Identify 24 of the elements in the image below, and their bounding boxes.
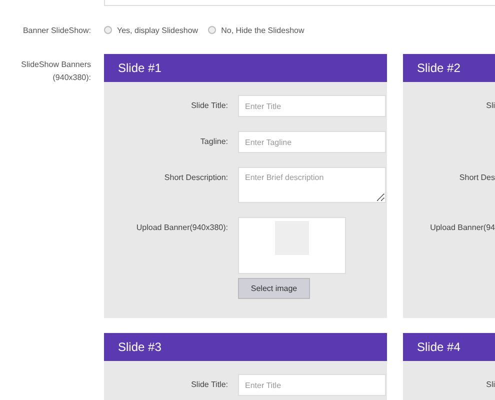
- field-label: Slide Title:: [191, 380, 228, 389]
- field-label: Short Description:: [164, 173, 228, 182]
- field-label: (940x380):: [52, 73, 91, 83]
- text-area[interactable]: Enter Brief description: [238, 167, 386, 203]
- field-label: Tagline:: [200, 137, 228, 146]
- field-label: Upload Banner(94: [430, 223, 495, 232]
- input-field[interactable]: Enter Tagline: [238, 131, 386, 153]
- select-image-button[interactable]: Select image: [238, 278, 310, 299]
- input-field[interactable]: Enter Title: [238, 95, 386, 117]
- input-field[interactable]: [104, 0, 495, 6]
- field-label: Sli: [486, 380, 495, 389]
- radio-option[interactable]: No, Hide the Slideshow: [208, 26, 304, 34]
- card-header: Slide #3: [104, 333, 387, 361]
- field-label: Banner SlideShow:: [22, 26, 91, 34]
- field-label: SlideShow Banners: [20, 60, 91, 70]
- field-label: Short Des: [459, 173, 495, 182]
- field-label: Upload Banner(940x380):: [136, 223, 228, 232]
- field-label: Slide Title:: [191, 101, 228, 110]
- card-header: Slide #2: [403, 54, 495, 82]
- radio-option[interactable]: Yes, display Slideshow: [104, 26, 198, 34]
- input-field[interactable]: Enter Title: [238, 374, 386, 396]
- card-header: Slide #4: [403, 333, 495, 361]
- field-label: Sli: [486, 101, 495, 110]
- card-header: Slide #1: [104, 54, 387, 82]
